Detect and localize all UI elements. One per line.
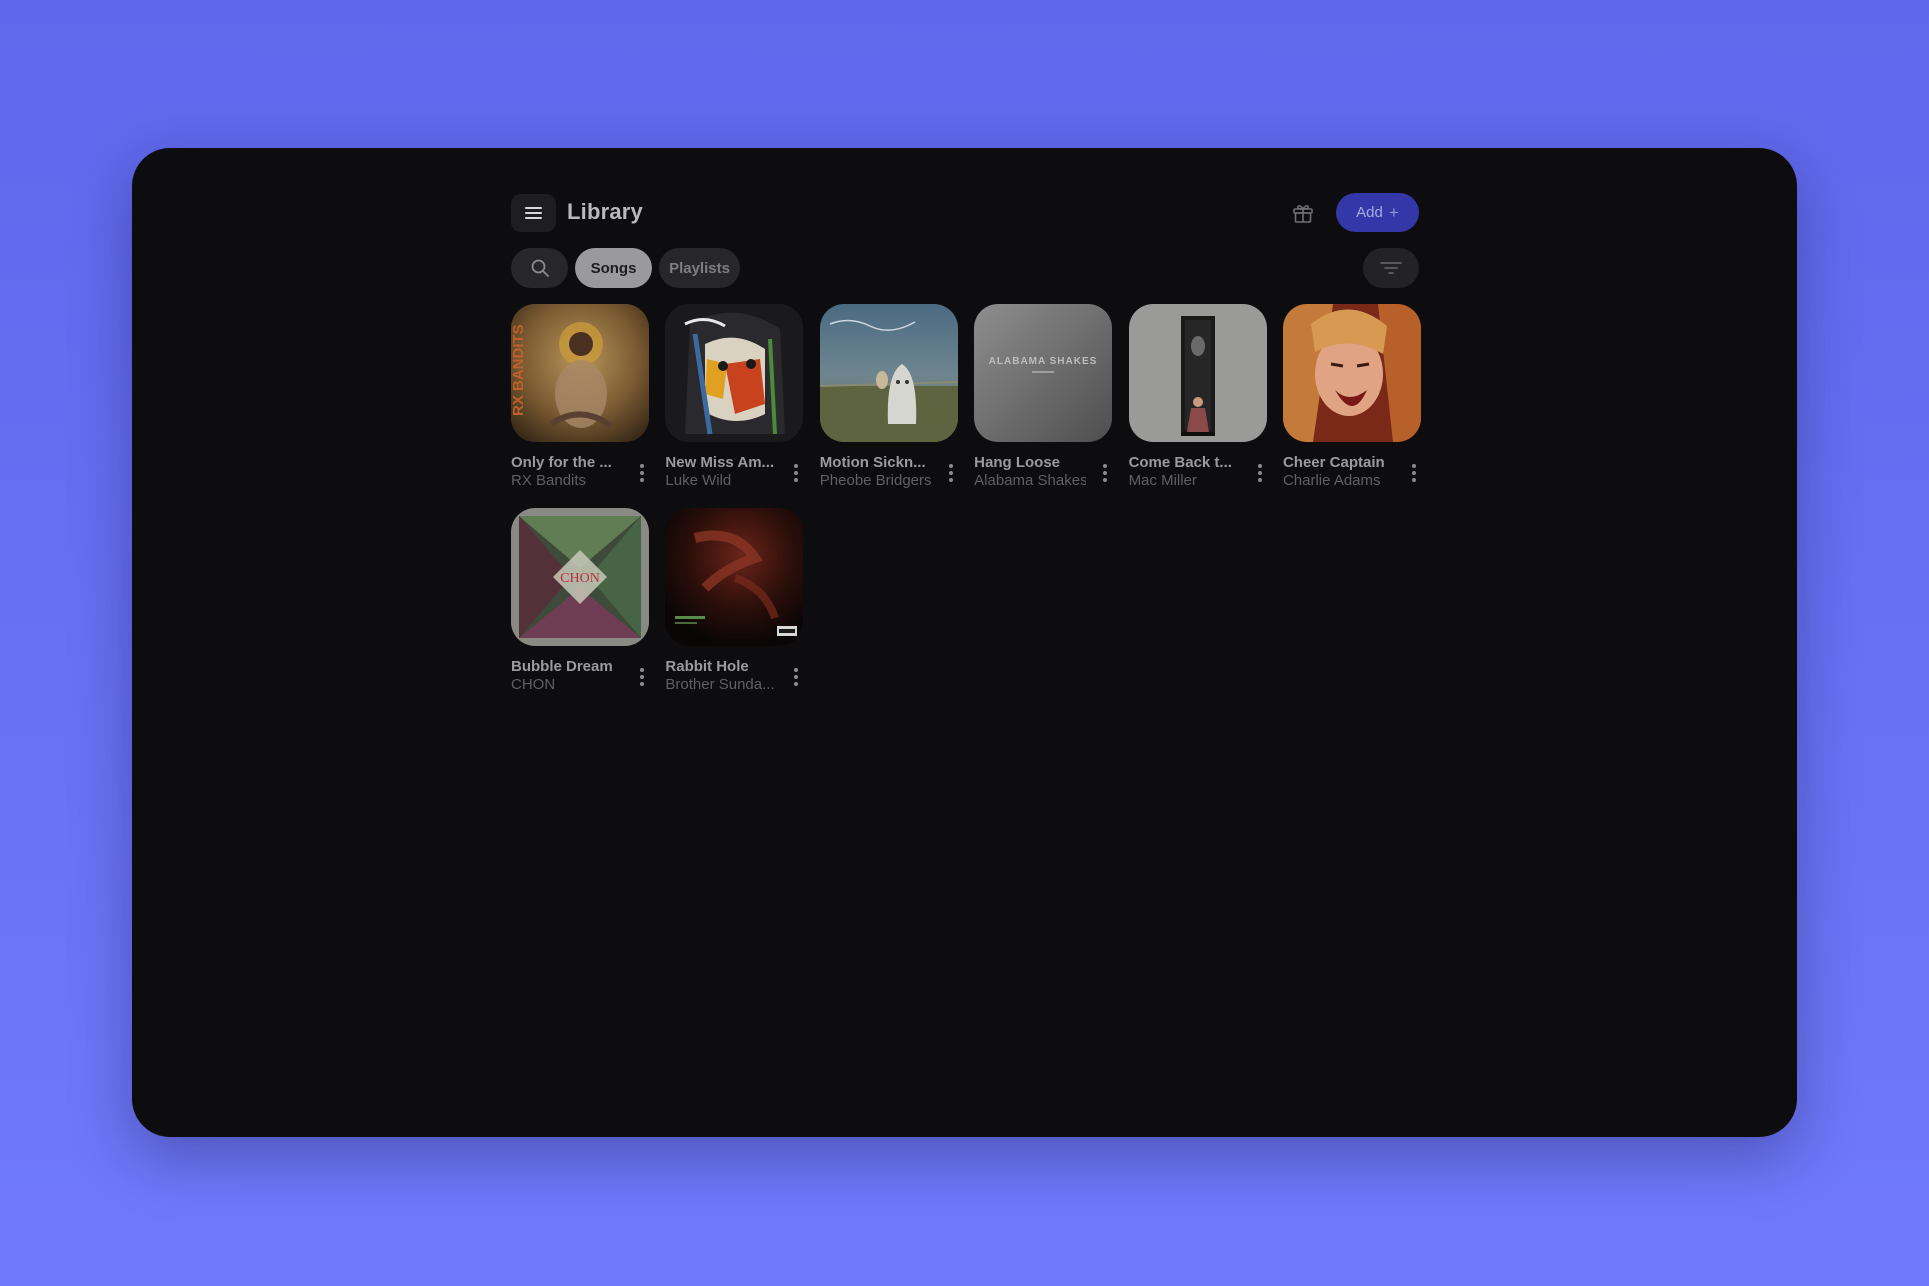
dot-icon	[1103, 464, 1108, 468]
dot-icon	[1103, 471, 1108, 475]
dot-icon	[1257, 478, 1262, 482]
dot-icon	[1411, 478, 1416, 482]
app-window: Library Add + Songs Playlists RX BANDITS…	[132, 148, 1797, 1137]
dot-icon	[640, 682, 644, 686]
song-meta: Cheer Captain Charlie Adams	[1283, 454, 1421, 492]
more-options-button[interactable]	[1407, 460, 1421, 486]
hamburger-icon	[525, 207, 542, 219]
dot-icon	[1411, 464, 1416, 468]
more-options-button[interactable]	[1253, 460, 1267, 486]
song-artist: Pheobe Bridgers	[819, 472, 932, 489]
dot-icon	[640, 675, 644, 679]
song-title: Motion Sickn...	[819, 454, 926, 471]
song-title: New Miss Am...	[665, 454, 775, 471]
song-artist: Brother Sunda...	[665, 676, 775, 693]
song-artist: Charlie Adams	[1282, 472, 1381, 489]
add-button[interactable]: Add +	[1336, 193, 1419, 232]
library-view: Library Add + Songs Playlists RX BANDITS…	[511, 193, 1421, 696]
song-title: Come Back t...	[1128, 454, 1232, 471]
song-meta: Motion Sickn... Pheobe Bridgers	[820, 454, 958, 492]
dot-icon	[794, 675, 799, 679]
song-meta: Hang Loose Alabama Shakes	[974, 454, 1112, 492]
song-artist: Alabama Shakes	[974, 472, 1087, 489]
song-meta: Bubble Dream CHON	[511, 658, 649, 696]
song-artist: RX Bandits	[511, 472, 587, 489]
album-art: RX BANDITS	[511, 304, 649, 442]
song-artist: Mac Miller	[1128, 472, 1197, 489]
gift-icon	[1293, 205, 1313, 223]
filter-bar: Songs Playlists	[511, 248, 1419, 288]
album-art	[1282, 304, 1421, 442]
sort-button[interactable]	[1363, 248, 1419, 288]
album-art-text: RX BANDITS	[511, 324, 527, 416]
tab-songs[interactable]: Songs	[575, 248, 652, 288]
more-options-button[interactable]	[1098, 460, 1112, 486]
more-options-button[interactable]	[789, 460, 803, 486]
more-options-button[interactable]	[944, 460, 958, 486]
dot-icon	[794, 668, 799, 672]
song-card[interactable]: New Miss Am... Luke Wild	[665, 304, 804, 492]
album-art	[1128, 304, 1267, 442]
song-title: Bubble Dream	[511, 658, 613, 675]
song-artist: Luke Wild	[665, 472, 732, 489]
dot-icon	[794, 464, 799, 468]
album-art: CHON	[511, 508, 649, 646]
dot-icon	[948, 464, 953, 468]
dot-icon	[640, 668, 644, 672]
song-meta: Rabbit Hole Brother Sunda...	[665, 658, 803, 696]
dot-icon	[1103, 478, 1108, 482]
song-title: Hang Loose	[974, 454, 1061, 471]
gift-button[interactable]	[1290, 200, 1316, 226]
album-art-text: CHON	[560, 571, 600, 586]
song-title: Rabbit Hole	[665, 658, 749, 675]
song-card[interactable]: Rabbit Hole Brother Sunda...	[665, 508, 804, 696]
dot-icon	[794, 682, 799, 686]
dot-icon	[1257, 471, 1262, 475]
song-card[interactable]: Motion Sickn... Pheobe Bridgers	[819, 304, 958, 492]
song-card[interactable]: CHON Bubble Dream CHON	[511, 508, 649, 696]
album-art	[665, 304, 804, 442]
dot-icon	[640, 478, 644, 482]
more-options-button[interactable]	[635, 664, 649, 690]
song-grid: RX BANDITS Only for the ... RX Bandits N…	[511, 304, 1421, 696]
song-meta: New Miss Am... Luke Wild	[665, 454, 803, 492]
song-card[interactable]: Come Back t... Mac Miller	[1128, 304, 1267, 492]
song-card[interactable]: RX BANDITS Only for the ... RX Bandits	[511, 304, 649, 492]
song-meta: Only for the ... RX Bandits	[511, 454, 649, 492]
header: Library Add +	[511, 193, 1419, 233]
add-button-label: Add	[1356, 204, 1383, 221]
song-card[interactable]: Cheer Captain Charlie Adams	[1282, 304, 1421, 492]
tab-playlists[interactable]: Playlists	[659, 248, 740, 288]
song-title: Only for the ...	[511, 454, 612, 471]
song-title: Cheer Captain	[1282, 454, 1385, 471]
dot-icon	[640, 464, 644, 468]
menu-button[interactable]	[511, 194, 556, 232]
song-meta: Come Back t... Mac Miller	[1129, 454, 1267, 492]
plus-icon: +	[1388, 202, 1399, 222]
dot-icon	[794, 478, 799, 482]
song-card[interactable]: ALABAMA SHAKES Hang Loose Alabama Shakes	[974, 304, 1113, 492]
dot-icon	[1411, 471, 1416, 475]
song-artist: CHON	[511, 676, 556, 693]
dot-icon	[794, 471, 799, 475]
album-art	[819, 304, 958, 442]
page-title: Library	[567, 199, 643, 224]
dot-icon	[948, 478, 953, 482]
dot-icon	[948, 471, 953, 475]
more-options-button[interactable]	[635, 460, 649, 486]
sort-icon	[1380, 262, 1402, 274]
album-art-text: ALABAMA SHAKES	[989, 356, 1098, 367]
album-art: ALABAMA SHAKES	[974, 304, 1113, 442]
search-icon	[531, 259, 549, 277]
more-options-button[interactable]	[789, 664, 803, 690]
album-art	[665, 508, 804, 646]
dot-icon	[640, 471, 644, 475]
dot-icon	[1257, 464, 1262, 468]
search-button[interactable]	[511, 248, 568, 288]
